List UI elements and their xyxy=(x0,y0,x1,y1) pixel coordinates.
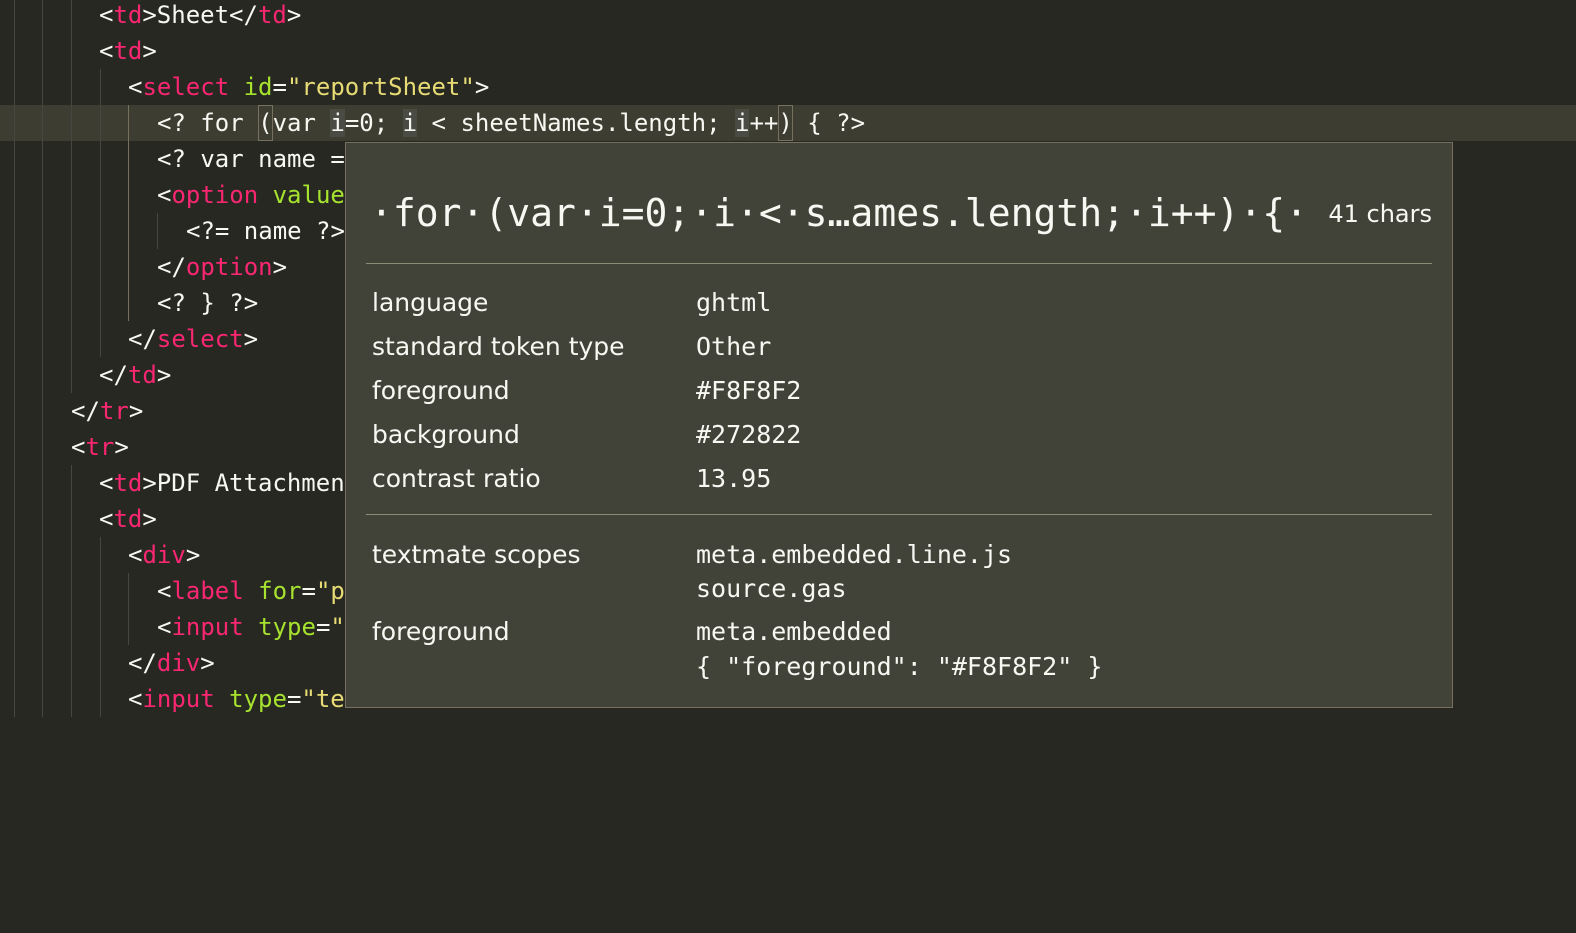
theme-foreground-label: foreground xyxy=(372,617,510,646)
divider xyxy=(366,263,1432,264)
code-line[interactable]: <td>Sheet</td> xyxy=(0,0,1576,33)
theme-rule-selector: meta.embedded xyxy=(696,617,892,646)
code-line[interactable]: <td> xyxy=(0,33,1576,69)
token-type-value: Other xyxy=(696,332,772,361)
contrast-label: contrast ratio xyxy=(372,464,541,493)
code-line-current[interactable]: <? for (var i=0; i < sheetNames.length; … xyxy=(0,105,1576,141)
row-foreground: foreground #F8F8F2 xyxy=(372,374,1432,418)
code-line[interactable]: <select id="reportSheet"> xyxy=(0,69,1576,105)
language-value: ghtml xyxy=(696,288,772,317)
language-label: language xyxy=(372,288,489,317)
bracket-match-close: ) xyxy=(778,105,793,141)
row-textmate-scopes: textmate scopes meta.embedded.line.js xyxy=(372,538,1432,582)
row-background: background #272822 xyxy=(372,418,1432,462)
scope-item: source.gas xyxy=(696,574,847,603)
bracket-match-open: ( xyxy=(258,105,273,141)
row-token-type: standard token type Other xyxy=(372,330,1432,374)
background-value: #272822 xyxy=(696,420,802,449)
divider xyxy=(366,514,1432,515)
background-label: background xyxy=(372,420,520,449)
row-language: language ghtml xyxy=(372,286,1432,330)
foreground-label: foreground xyxy=(372,376,510,405)
char-count: 41 chars xyxy=(1328,200,1432,228)
foreground-value: #F8F8F2 xyxy=(696,376,802,405)
inspector-header: ·for·(var·i=0;·i·<·s…ames.length;·i++)·{… xyxy=(370,183,1432,243)
token-inspector-hover[interactable]: ·for·(var·i=0;·i·<·s…ames.length;·i++)·{… xyxy=(345,142,1453,708)
theme-rule-value: { "foreground": "#F8F8F2" } xyxy=(696,652,1103,681)
row-contrast: contrast ratio 13.95 xyxy=(372,462,1432,506)
token-type-label: standard token type xyxy=(372,332,625,361)
inspected-token: ·for·(var·i=0;·i·<·s…ames.length;·i++)·{… xyxy=(370,191,1308,235)
scopes-label: textmate scopes xyxy=(372,540,581,569)
scope-item: meta.embedded.line.js xyxy=(696,540,1013,569)
contrast-value: 13.95 xyxy=(696,464,772,493)
